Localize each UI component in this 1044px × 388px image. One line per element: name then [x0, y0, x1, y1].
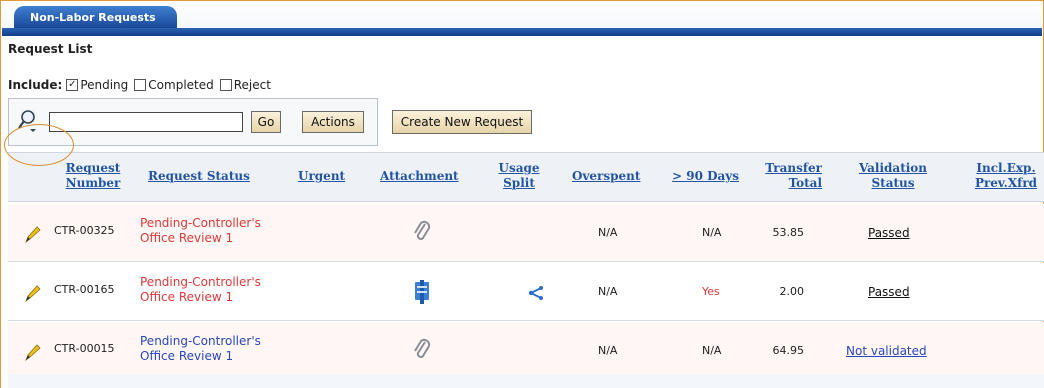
header-over-90-days[interactable]: > 90 Days	[672, 169, 739, 184]
document-icon[interactable]	[412, 279, 432, 305]
status-line: Office Review 1	[140, 349, 234, 363]
share-icon[interactable]	[528, 285, 544, 301]
request-number: CTR-00015	[54, 342, 115, 355]
validation-status-link[interactable]: Passed	[868, 285, 910, 299]
header-line: Usage	[498, 161, 540, 175]
header-incl-exp[interactable]: Incl.Exp. Prev.Xfrd	[968, 161, 1044, 191]
tab-strip: Non-Labor Requests	[2, 2, 1042, 36]
pencil-icon[interactable]	[22, 283, 42, 303]
table-row[interactable]: CTR-00015 Pending-Controller's Office Re…	[8, 322, 1044, 380]
paperclip-icon[interactable]	[412, 220, 432, 246]
over-90-days-value: Yes	[702, 285, 720, 298]
header-line: Split	[503, 176, 535, 190]
table-header: Request Number Request Status Urgent Att…	[8, 152, 1044, 202]
pending-checkbox[interactable]: ✓ Pending	[66, 78, 128, 92]
header-request-number[interactable]: Request Number	[58, 161, 128, 191]
header-line: Status	[871, 176, 915, 190]
status-line: Office Review 1	[140, 290, 234, 304]
header-attachment[interactable]: Attachment	[380, 169, 459, 184]
header-validation-status[interactable]: Validation Status	[852, 161, 934, 191]
table-footer	[8, 374, 1044, 388]
reject-checkbox[interactable]: Reject	[219, 78, 271, 92]
header-urgent[interactable]: Urgent	[298, 169, 345, 184]
request-number: CTR-00325	[54, 224, 115, 237]
table-row[interactable]: CTR-00325 Pending-Controller's Office Re…	[8, 204, 1044, 262]
header-transfer-total[interactable]: Transfer Total	[752, 161, 822, 191]
header-line: Validation	[858, 161, 928, 175]
tab-band	[2, 28, 1042, 36]
request-status: Pending-Controller's Office Review 1	[140, 334, 261, 364]
request-status: Pending-Controller's Office Review 1	[140, 275, 261, 305]
highlight-circle	[4, 124, 74, 166]
validation-status-link[interactable]: Not validated	[846, 344, 927, 358]
include-label: Include:	[8, 78, 63, 92]
transfer-total-value: 64.95	[772, 344, 805, 357]
header-line: Transfer	[765, 161, 822, 175]
go-button[interactable]: Go	[251, 111, 281, 133]
table-row[interactable]: CTR-00165 Pending-Controller's Office Re…	[8, 263, 1044, 321]
completed-label: Completed	[148, 78, 214, 92]
over-90-days-value: N/A	[702, 344, 722, 357]
checkbox-box[interactable]	[219, 79, 232, 91]
status-line: Pending-Controller's	[140, 275, 261, 289]
header-line: Request	[65, 161, 121, 175]
paperclip-icon[interactable]	[412, 338, 432, 364]
header-line: Total	[788, 176, 822, 190]
status-line: Pending-Controller's	[140, 334, 261, 348]
reject-label: Reject	[233, 78, 271, 92]
header-usage-split[interactable]: Usage Split	[494, 161, 544, 191]
checkbox-box[interactable]: ✓	[66, 79, 79, 91]
page-title: Request List	[8, 42, 93, 56]
status-line: Office Review 1	[140, 231, 234, 245]
header-line: Incl.Exp.	[976, 161, 1036, 175]
request-status: Pending-Controller's Office Review 1	[140, 216, 261, 246]
header-line: Prev.Xfrd	[974, 176, 1038, 190]
over-90-days-value: N/A	[702, 226, 722, 239]
header-line: Number	[65, 176, 121, 190]
transfer-total-value: 2.00	[779, 285, 805, 298]
transfer-total-value: 53.85	[772, 226, 805, 239]
overspent-value: N/A	[598, 226, 618, 239]
create-new-request-button[interactable]: Create New Request	[392, 110, 532, 134]
search-input[interactable]	[49, 112, 243, 132]
overspent-value: N/A	[598, 344, 618, 357]
actions-button[interactable]: Actions	[302, 111, 364, 133]
header-request-status[interactable]: Request Status	[148, 169, 250, 184]
checkbox-box[interactable]	[134, 79, 147, 91]
pencil-icon[interactable]	[22, 342, 42, 362]
pending-label: Pending	[80, 78, 129, 92]
request-number: CTR-00165	[54, 283, 115, 296]
include-filter: Include: ✓ Pending Completed Reject	[8, 78, 277, 92]
status-line: Pending-Controller's	[140, 216, 261, 230]
pencil-icon[interactable]	[22, 224, 42, 244]
overspent-value: N/A	[598, 285, 618, 298]
validation-status-link[interactable]: Passed	[868, 226, 910, 240]
completed-checkbox[interactable]: Completed	[134, 78, 214, 92]
header-overspent[interactable]: Overspent	[572, 169, 640, 184]
